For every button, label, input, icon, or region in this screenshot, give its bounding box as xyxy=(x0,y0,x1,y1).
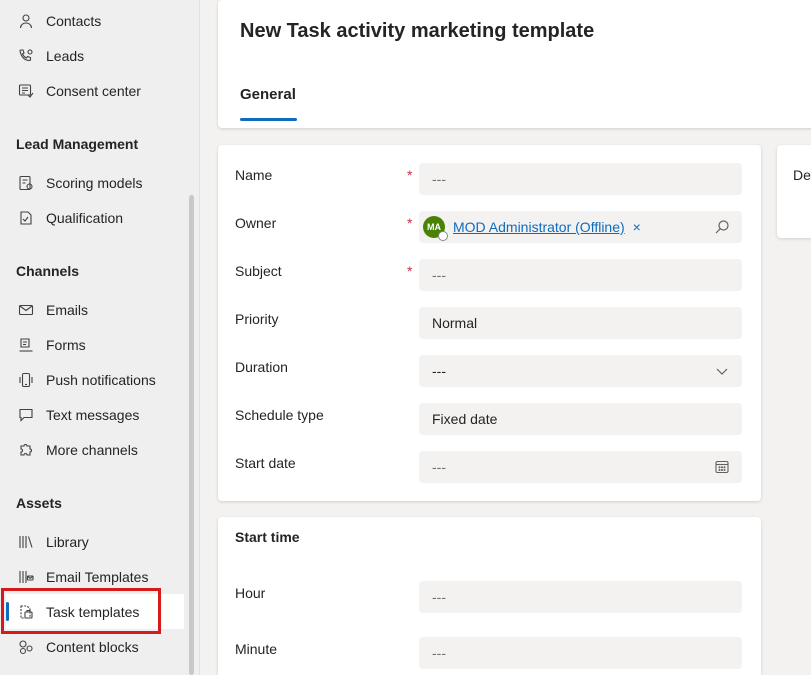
sidebar: Contacts Leads Consent center Lead Manag… xyxy=(0,0,200,675)
start-date-value: --- xyxy=(432,459,446,475)
hour-label: Hour xyxy=(235,585,266,601)
calendar-icon[interactable] xyxy=(714,459,730,475)
form-icon xyxy=(16,337,36,353)
qualification-icon xyxy=(16,210,36,226)
highlight-annotation xyxy=(1,588,161,634)
priority-label: Priority xyxy=(235,311,279,327)
sidebar-item-label: Emails xyxy=(46,301,89,318)
start-time-header: Start time xyxy=(235,529,300,545)
schedule-type-label: Schedule type xyxy=(235,407,324,423)
sidebar-item-label: Qualification xyxy=(46,209,124,226)
chat-icon xyxy=(16,407,36,423)
sidebar-item-leads[interactable]: Leads xyxy=(6,38,184,73)
mobile-icon xyxy=(16,372,36,388)
search-icon[interactable] xyxy=(714,219,730,235)
email-template-icon xyxy=(16,569,36,585)
content-blocks-icon xyxy=(16,639,36,655)
sidebar-item-library[interactable]: Library xyxy=(6,524,184,559)
minute-label: Minute xyxy=(235,641,278,657)
owner-label: Owner xyxy=(235,215,277,231)
sidebar-item-more-channels[interactable]: More channels xyxy=(6,432,184,467)
library-icon xyxy=(16,534,36,550)
side-card: De xyxy=(777,145,811,238)
start-date-label: Start date xyxy=(235,455,296,471)
sidebar-item-qualification[interactable]: Qualification xyxy=(6,200,184,235)
avatar: MA xyxy=(423,216,448,241)
sidebar-item-contacts[interactable]: Contacts xyxy=(6,3,184,38)
phone-person-icon xyxy=(16,48,36,64)
sidebar-item-forms[interactable]: Forms xyxy=(6,327,184,362)
sidebar-item-label: Library xyxy=(46,533,89,550)
sidebar-item-label: Contacts xyxy=(46,12,102,29)
duration-label: Duration xyxy=(235,359,288,375)
duration-select[interactable]: --- xyxy=(419,355,742,387)
name-label: Name xyxy=(235,167,273,183)
duration-value: --- xyxy=(432,363,446,379)
sidebar-item-push-notifications[interactable]: Push notifications xyxy=(6,362,184,397)
subject-input[interactable]: --- xyxy=(419,259,742,291)
section-header-channels: Channels xyxy=(16,263,80,279)
sidebar-item-label: Push notifications xyxy=(46,371,156,388)
required-marker: * xyxy=(407,167,413,183)
required-marker: * xyxy=(407,215,413,231)
subject-label: Subject xyxy=(235,263,282,279)
schedule-type-input[interactable]: Fixed date xyxy=(419,403,742,435)
section-header-lead-management: Lead Management xyxy=(16,136,139,152)
remove-owner-icon[interactable]: × xyxy=(633,219,641,235)
sidebar-item-text-messages[interactable]: Text messages xyxy=(6,397,184,432)
sidebar-item-label: Scoring models xyxy=(46,174,143,191)
sidebar-item-label: Forms xyxy=(46,336,86,353)
owner-link[interactable]: MOD Administrator (Offline) xyxy=(453,219,625,235)
sidebar-item-emails[interactable]: Emails xyxy=(6,292,184,327)
priority-input[interactable]: Normal xyxy=(419,307,742,339)
minute-input[interactable]: --- xyxy=(419,637,742,669)
sidebar-item-label: Text messages xyxy=(46,406,140,423)
sidebar-item-label: Email Templates xyxy=(46,568,149,585)
tab-active-indicator xyxy=(240,118,297,121)
sidebar-item-label: Consent center xyxy=(46,82,141,99)
name-input[interactable]: --- xyxy=(419,163,742,195)
sidebar-item-scoring-models[interactable]: Scoring models xyxy=(6,165,184,200)
avatar-initials: MA xyxy=(427,222,441,232)
sidebar-item-consent-center[interactable]: Consent center xyxy=(6,73,184,108)
mail-icon xyxy=(16,302,36,318)
start-date-input[interactable]: --- xyxy=(419,451,742,483)
sidebar-item-label: Content blocks xyxy=(46,638,139,655)
sidebar-item-label: More channels xyxy=(46,441,138,458)
required-marker: * xyxy=(407,263,413,279)
tab-general[interactable]: General xyxy=(240,86,296,103)
sidebar-item-content-blocks[interactable]: Content blocks xyxy=(6,629,184,664)
section-header-assets: Assets xyxy=(16,495,62,511)
owner-lookup[interactable]: MA MOD Administrator (Offline) × xyxy=(419,211,742,243)
hour-input[interactable]: --- xyxy=(419,581,742,613)
header-card: New Task activity marketing template Gen… xyxy=(218,0,811,128)
sidebar-item-label: Leads xyxy=(46,47,85,64)
scoring-icon xyxy=(16,175,36,191)
puzzle-icon xyxy=(16,442,36,458)
sidebar-scrollbar[interactable] xyxy=(189,195,194,675)
presence-icon xyxy=(438,231,448,241)
page-title: New Task activity marketing template xyxy=(240,20,595,42)
consent-icon xyxy=(16,83,36,99)
side-card-label: De xyxy=(793,167,811,183)
person-icon xyxy=(16,13,36,29)
chevron-down-icon[interactable] xyxy=(714,363,730,379)
